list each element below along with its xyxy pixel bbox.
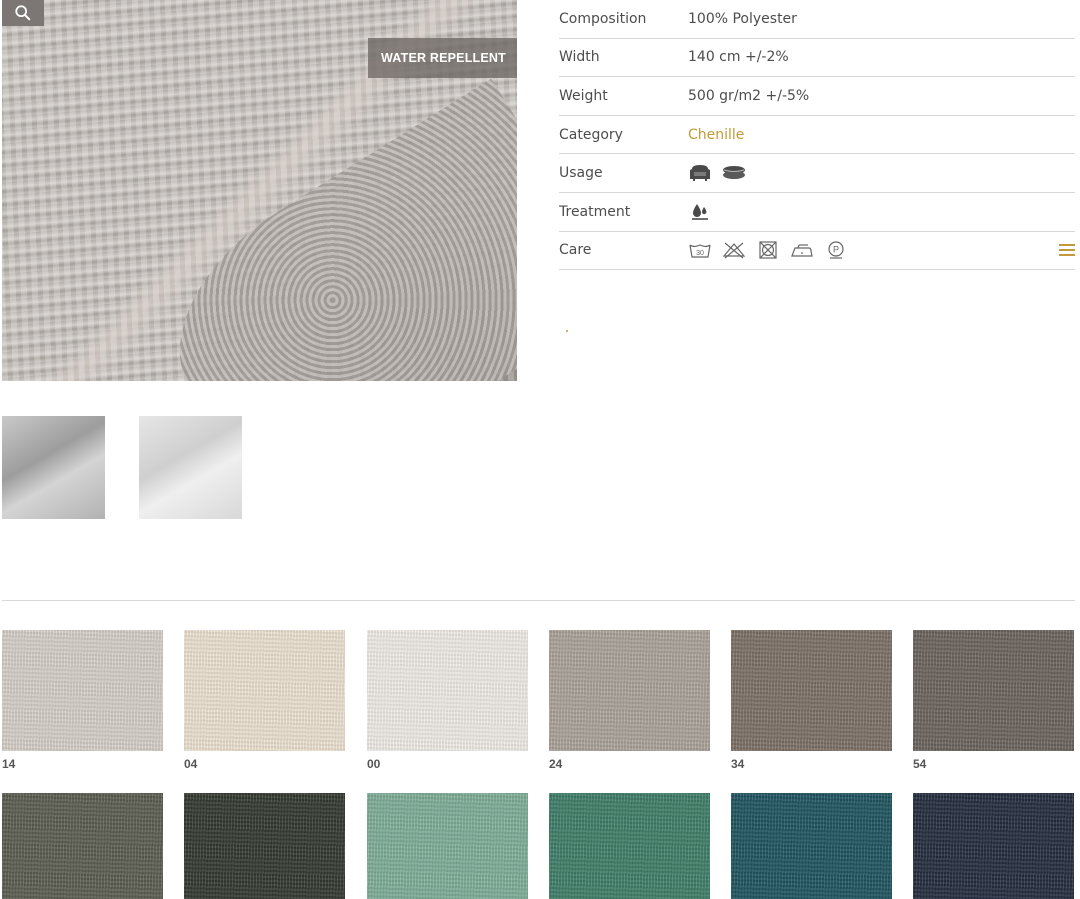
water-repellent-icon [688,201,712,223]
color-swatch[interactable]: 54 [913,630,1074,771]
color-swatch[interactable]: 04 [184,630,345,771]
spec-label: Category [559,126,623,143]
color-swatch[interactable] [913,793,1074,899]
spec-row-weight: Weight 500 gr/m2 +/-5% [559,77,1075,116]
color-swatch[interactable] [2,793,163,899]
search-icon [15,5,31,21]
hamburger-menu-icon[interactable] [1059,242,1075,258]
no-dryer-icon [756,239,780,261]
spec-label: Care [559,242,592,259]
category-link[interactable]: Chenille [688,127,744,143]
spec-value: 500 gr/m2 +/-5% [688,87,810,104]
spec-label: Weight [559,87,608,104]
color-swatch[interactable]: 34 [731,630,892,771]
spec-row-usage: Usage [559,154,1075,193]
wash-30-icon: 30 [688,239,712,261]
swatch-image [367,793,528,899]
svg-text:P: P [833,245,839,255]
spec-row-width: Width 140 cm +/-2% [559,39,1075,78]
svg-text:30: 30 [696,250,704,257]
swatch-code: 24 [549,757,563,771]
color-swatch[interactable]: 00 [367,630,528,771]
swatch-image [731,793,892,899]
product-main-image[interactable]: WATER REPELLENT [2,0,517,381]
swatch-image [2,793,163,899]
section-divider [2,600,1075,601]
spec-row-care: Care 30 P [559,232,1075,271]
swatch-image [367,630,528,751]
swatch-code: 14 [2,757,16,771]
spec-value: 100% Polyester [688,10,797,27]
swatch-image [913,630,1074,751]
iron-low-icon [790,239,814,261]
swatch-code: 04 [184,757,198,771]
spec-row-treatment: Treatment [559,193,1075,232]
cushion-icon [722,162,746,184]
color-swatch[interactable]: 24 [549,630,710,771]
spec-label: Treatment [559,203,631,220]
no-tumble-dry-icon [722,239,746,261]
color-swatch[interactable] [367,793,528,899]
color-swatch[interactable] [549,793,710,899]
decorative-dot [566,330,568,332]
swatch-image [184,793,345,899]
care-icons: 30 P [688,239,848,261]
spec-row-composition: Composition 100% Polyester [559,0,1075,39]
swatch-image [2,630,163,751]
spec-value: 140 cm +/-2% [688,49,789,66]
spec-label: Usage [559,165,603,182]
armchair-icon [688,162,712,184]
color-swatch[interactable]: 14 [2,630,163,771]
swatch-image [549,630,710,751]
spec-table: Composition 100% Polyester Width 140 cm … [559,0,1075,271]
product-thumbnail-2[interactable] [139,416,242,519]
swatch-image [549,793,710,899]
swatch-image [731,630,892,751]
swatch-code: 54 [913,757,927,771]
swatch-image [913,793,1074,899]
usage-icons [688,162,746,184]
color-swatch[interactable] [731,793,892,899]
swatch-code: 34 [731,757,745,771]
spec-label: Composition [559,10,647,27]
spec-row-category: Category Chenille [559,116,1075,155]
zoom-button[interactable] [2,0,44,26]
product-thumbnail-1[interactable] [2,416,105,519]
swatch-code: 00 [367,757,381,771]
treatment-icons [688,201,712,223]
swatch-image [184,630,345,751]
water-repellent-badge: WATER REPELLENT [368,38,517,78]
color-swatch[interactable] [184,793,345,899]
spec-label: Width [559,49,600,66]
dry-clean-p-icon: P [824,239,848,261]
